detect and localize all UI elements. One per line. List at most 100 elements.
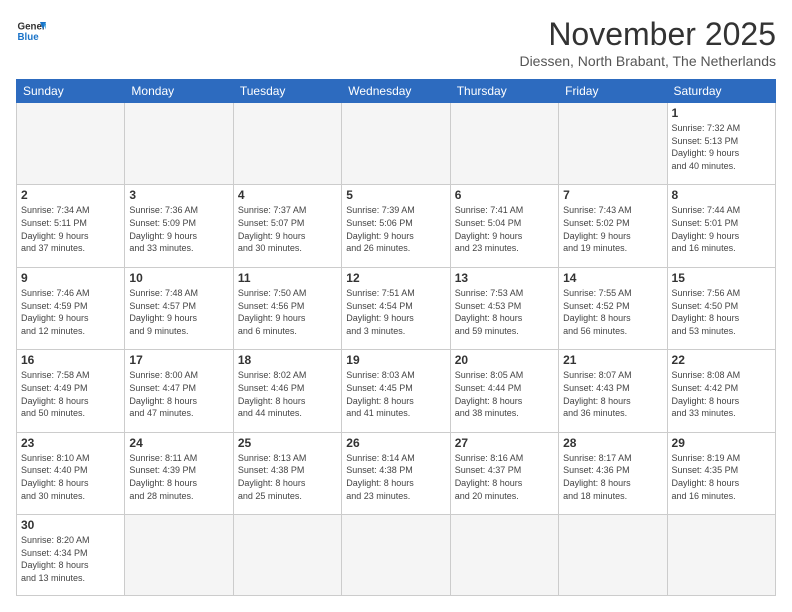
day-number: 30 [21,518,120,532]
table-row: 21 Sunrise: 8:07 AM Sunset: 4:43 PM Dayli… [559,350,667,432]
table-row: 7 Sunrise: 7:43 AM Sunset: 5:02 PM Daylig… [559,185,667,267]
day-number: 13 [455,271,554,285]
day-number: 2 [21,188,120,202]
day-info: Sunrise: 8:14 AM Sunset: 4:38 PM Dayligh… [346,452,445,502]
table-row: 8 Sunrise: 7:44 AM Sunset: 5:01 PM Daylig… [667,185,775,267]
table-row: 12 Sunrise: 7:51 AM Sunset: 4:54 PM Dayli… [342,267,450,349]
day-number: 28 [563,436,662,450]
table-row: 11 Sunrise: 7:50 AM Sunset: 4:56 PM Dayli… [233,267,341,349]
table-row [125,103,233,185]
day-number: 29 [672,436,771,450]
table-row: 14Sunrise: 7:55 AM Sunset: 4:52 PM Dayli… [559,267,667,349]
table-row [559,515,667,596]
day-info: Sunrise: 7:43 AM Sunset: 5:02 PM Dayligh… [563,204,662,254]
day-number: 19 [346,353,445,367]
day-info: Sunrise: 7:56 AM Sunset: 4:50 PM Dayligh… [672,287,771,337]
table-row: 20 Sunrise: 8:05 AM Sunset: 4:44 PM Dayli… [450,350,558,432]
header-tuesday: Tuesday [233,80,341,103]
day-number: 14 [563,271,662,285]
title-section: November 2025 Diessen, North Brabant, Th… [519,16,776,69]
day-info: Sunrise: 7:51 AM Sunset: 4:54 PM Dayligh… [346,287,445,337]
day-number: 21 [563,353,662,367]
day-info: Sunrise: 7:48 AM Sunset: 4:57 PM Dayligh… [129,287,228,337]
table-row: 18 Sunrise: 8:02 AM Sunset: 4:46 PM Dayli… [233,350,341,432]
header-wednesday: Wednesday [342,80,450,103]
day-number: 5 [346,188,445,202]
day-number: 8 [672,188,771,202]
table-row: 6Sunrise: 7:41 AM Sunset: 5:04 PM Daylig… [450,185,558,267]
table-row [450,103,558,185]
header: General Blue November 2025 Diessen, Nort… [16,16,776,69]
day-info: Sunrise: 8:08 AM Sunset: 4:42 PM Dayligh… [672,369,771,419]
table-row [342,103,450,185]
day-info: Sunrise: 8:05 AM Sunset: 4:44 PM Dayligh… [455,369,554,419]
day-info: Sunrise: 7:46 AM Sunset: 4:59 PM Dayligh… [21,287,120,337]
day-number: 3 [129,188,228,202]
day-info: Sunrise: 7:36 AM Sunset: 5:09 PM Dayligh… [129,204,228,254]
day-info: Sunrise: 7:41 AM Sunset: 5:04 PM Dayligh… [455,204,554,254]
logo: General Blue [16,16,46,46]
calendar-title: November 2025 [519,16,776,53]
day-number: 16 [21,353,120,367]
day-info: Sunrise: 8:03 AM Sunset: 4:45 PM Dayligh… [346,369,445,419]
day-number: 15 [672,271,771,285]
calendar-table: Sunday Monday Tuesday Wednesday Thursday… [16,79,776,596]
day-info: Sunrise: 8:02 AM Sunset: 4:46 PM Dayligh… [238,369,337,419]
table-row: 1Sunrise: 7:32 AM Sunset: 5:13 PM Daylig… [667,103,775,185]
day-info: Sunrise: 8:17 AM Sunset: 4:36 PM Dayligh… [563,452,662,502]
table-row: 19 Sunrise: 8:03 AM Sunset: 4:45 PM Dayli… [342,350,450,432]
weekday-header-row: Sunday Monday Tuesday Wednesday Thursday… [17,80,776,103]
table-row [233,103,341,185]
day-info: Sunrise: 8:10 AM Sunset: 4:40 PM Dayligh… [21,452,120,502]
table-row [342,515,450,596]
day-info: Sunrise: 7:34 AM Sunset: 5:11 PM Dayligh… [21,204,120,254]
table-row [125,515,233,596]
table-row: 2 Sunrise: 7:34 AM Sunset: 5:11 PM Daylig… [17,185,125,267]
table-row: 5 Sunrise: 7:39 AM Sunset: 5:06 PM Daylig… [342,185,450,267]
day-number: 23 [21,436,120,450]
table-row: 3 Sunrise: 7:36 AM Sunset: 5:09 PM Daylig… [125,185,233,267]
day-number: 10 [129,271,228,285]
table-row [559,103,667,185]
table-row: 22 Sunrise: 8:08 AM Sunset: 4:42 PM Dayli… [667,350,775,432]
day-number: 4 [238,188,337,202]
table-row: 27 Sunrise: 8:16 AM Sunset: 4:37 PM Dayli… [450,432,558,514]
day-number: 25 [238,436,337,450]
day-number: 12 [346,271,445,285]
day-info: Sunrise: 7:37 AM Sunset: 5:07 PM Dayligh… [238,204,337,254]
day-info: Sunrise: 8:00 AM Sunset: 4:47 PM Dayligh… [129,369,228,419]
day-number: 27 [455,436,554,450]
table-row: 15 Sunrise: 7:56 AM Sunset: 4:50 PM Dayli… [667,267,775,349]
day-info: Sunrise: 7:32 AM Sunset: 5:13 PM Dayligh… [672,122,771,172]
day-info: Sunrise: 8:11 AM Sunset: 4:39 PM Dayligh… [129,452,228,502]
day-number: 22 [672,353,771,367]
table-row: 30Sunrise: 8:20 AM Sunset: 4:34 PM Dayli… [17,515,125,596]
day-info: Sunrise: 7:58 AM Sunset: 4:49 PM Dayligh… [21,369,120,419]
day-info: Sunrise: 8:07 AM Sunset: 4:43 PM Dayligh… [563,369,662,419]
header-thursday: Thursday [450,80,558,103]
day-info: Sunrise: 7:39 AM Sunset: 5:06 PM Dayligh… [346,204,445,254]
day-number: 9 [21,271,120,285]
day-number: 18 [238,353,337,367]
table-row: 26Sunrise: 8:14 AM Sunset: 4:38 PM Dayli… [342,432,450,514]
table-row: 28 Sunrise: 8:17 AM Sunset: 4:36 PM Dayli… [559,432,667,514]
table-row: 4 Sunrise: 7:37 AM Sunset: 5:07 PM Daylig… [233,185,341,267]
day-number: 17 [129,353,228,367]
logo-icon: General Blue [16,16,46,46]
svg-text:Blue: Blue [18,32,40,43]
day-info: Sunrise: 7:50 AM Sunset: 4:56 PM Dayligh… [238,287,337,337]
day-number: 7 [563,188,662,202]
day-info: Sunrise: 8:16 AM Sunset: 4:37 PM Dayligh… [455,452,554,502]
day-number: 20 [455,353,554,367]
table-row: 25Sunrise: 8:13 AM Sunset: 4:38 PM Dayli… [233,432,341,514]
header-sunday: Sunday [17,80,125,103]
table-row: 17 Sunrise: 8:00 AM Sunset: 4:47 PM Dayli… [125,350,233,432]
day-number: 24 [129,436,228,450]
calendar-subtitle: Diessen, North Brabant, The Netherlands [519,53,776,69]
header-monday: Monday [125,80,233,103]
day-info: Sunrise: 7:44 AM Sunset: 5:01 PM Dayligh… [672,204,771,254]
table-row: 10 Sunrise: 7:48 AM Sunset: 4:57 PM Dayli… [125,267,233,349]
table-row: 13Sunrise: 7:53 AM Sunset: 4:53 PM Dayli… [450,267,558,349]
header-friday: Friday [559,80,667,103]
day-number: 11 [238,271,337,285]
